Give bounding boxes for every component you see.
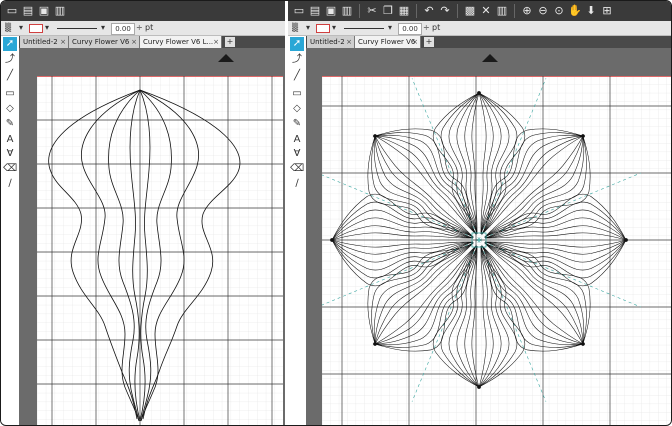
stroke-width-input[interactable]: 0.00: [398, 23, 422, 35]
properties-bar: ▒ ▾ ▾ ▾ 0.00 ÷ pt: [1, 21, 285, 36]
paste-icon[interactable]: ▦: [397, 4, 411, 18]
stepper-icon[interactable]: ÷: [423, 21, 430, 35]
grid-and-design-right: [322, 76, 671, 425]
dropdown-arrow-icon[interactable]: ▾: [19, 21, 23, 35]
petal-tip-node[interactable]: [330, 238, 334, 242]
pencil-tool-icon[interactable]: ✎: [290, 117, 304, 131]
group-icon[interactable]: ▩: [463, 4, 477, 18]
cutting-mat[interactable]: [37, 54, 283, 425]
design-canvas[interactable]: [19, 48, 285, 425]
close-icon[interactable]: ×: [213, 36, 219, 48]
print-icon[interactable]: ▥: [53, 4, 67, 18]
text-path-icon[interactable]: Ɐ: [3, 147, 17, 161]
properties-bar: ▒ ▾ ▾ ▾ 0.00 ÷ pt: [288, 21, 671, 36]
stroke-color-swatch[interactable]: [316, 24, 330, 33]
document-tabs: Untitled-2 × Curvy Flower V6 × Curvy Flowe…: [1, 36, 285, 48]
dropdown-arrow-icon[interactable]: ▾: [306, 21, 310, 35]
polygon-tool-icon[interactable]: ◇: [290, 102, 304, 116]
main-toolbar: ▭ ▤ ▣ ▥: [1, 1, 285, 22]
undo-icon[interactable]: ↶: [422, 4, 436, 18]
dropdown-arrow-icon[interactable]: ▾: [45, 21, 49, 35]
tab-curvy-flower-v6-layers[interactable]: Curvy Flower V6 L... ×: [140, 36, 222, 48]
stroke-unit-label: pt: [432, 23, 441, 32]
ungroup-icon[interactable]: ✕: [479, 4, 493, 18]
petal-tip-node[interactable]: [624, 238, 628, 242]
left-window: ▭ ▤ ▣ ▥ ▒ ▾ ▾ ▾ 0.00 ÷ pt Untitled-2 × Cu…: [1, 1, 285, 425]
fill-pattern-icon[interactable]: ▒: [292, 21, 298, 35]
zoom-out-icon[interactable]: ⊖: [536, 4, 550, 18]
rectangle-tool-icon[interactable]: ▭: [290, 87, 304, 101]
design-canvas[interactable]: [306, 48, 671, 425]
fill-pattern-icon[interactable]: ▒: [5, 21, 11, 35]
save-icon[interactable]: ▣: [324, 4, 338, 18]
pan-hand-icon[interactable]: ✋: [568, 4, 582, 18]
pencil-tool-icon[interactable]: ✎: [3, 117, 17, 131]
add-tab-button[interactable]: +: [225, 37, 235, 47]
main-toolbar: ▭ ▤ ▣ ▥ ✂ ❐ ▦ ↶ ↷ ▩ ✕ ▥ ⊕ ⊖ ⊙ ✋ ⬇ ⊞: [288, 1, 671, 22]
stepper-icon[interactable]: ÷: [136, 21, 143, 35]
move-down-icon[interactable]: ⬇: [584, 4, 598, 18]
stroke-width-input[interactable]: 0.00: [111, 23, 135, 35]
close-icon[interactable]: ×: [412, 36, 418, 48]
line-style-preview[interactable]: [57, 28, 97, 29]
zoom-fit-icon[interactable]: ⊙: [552, 4, 566, 18]
new-file-icon[interactable]: ▭: [292, 4, 306, 18]
fit-to-page-icon[interactable]: ⊞: [600, 4, 614, 18]
close-icon[interactable]: ×: [60, 36, 66, 48]
node-edit-icon[interactable]: ⤴: [3, 53, 17, 67]
print-icon[interactable]: ▥: [340, 4, 354, 18]
tab-curvy-flower-v6[interactable]: Curvy Flower V6 ×: [355, 36, 421, 48]
petal-tip-node[interactable]: [477, 91, 481, 95]
tools-panel: ➚ ⤴ ╱ ▭ ◇ ✎ A Ɐ ⌫ ∕: [288, 36, 306, 425]
dropdown-arrow-icon[interactable]: ▾: [101, 21, 105, 35]
pointer-icon[interactable]: ➚: [290, 37, 304, 51]
knife-tool-icon[interactable]: ∕: [290, 177, 304, 191]
copy-icon[interactable]: ❐: [381, 4, 395, 18]
cutting-mat[interactable]: [322, 54, 671, 425]
eraser-tool-icon[interactable]: ⌫: [3, 162, 17, 176]
up-arrow-icon[interactable]: [218, 54, 234, 62]
line-tool-icon[interactable]: ╱: [3, 69, 17, 83]
save-icon[interactable]: ▣: [37, 4, 51, 18]
grid-and-design-left: [37, 76, 283, 425]
open-folder-icon[interactable]: ▤: [308, 4, 322, 18]
rectangle-tool-icon[interactable]: ▭: [3, 87, 17, 101]
tab-untitled-2[interactable]: Untitled-2 ×: [20, 36, 69, 48]
eraser-tool-icon[interactable]: ⌫: [290, 162, 304, 176]
node-edit-icon[interactable]: ⤴: [290, 53, 304, 67]
right-window: ▭ ▤ ▣ ▥ ✂ ❐ ▦ ↶ ↷ ▩ ✕ ▥ ⊕ ⊖ ⊙ ✋ ⬇ ⊞ ▒ ▾ …: [288, 1, 671, 425]
pointer-icon[interactable]: ➚: [3, 37, 17, 51]
document-tabs: Untitled-2 × Curvy Flower V6 × +: [288, 36, 671, 48]
text-tool-icon[interactable]: A: [3, 133, 17, 147]
knife-tool-icon[interactable]: ∕: [3, 177, 17, 191]
tab-untitled-2[interactable]: Untitled-2 ×: [307, 36, 355, 48]
redo-icon[interactable]: ↷: [438, 4, 452, 18]
line-style-preview[interactable]: [344, 28, 384, 29]
up-arrow-icon[interactable]: [482, 54, 498, 62]
petal-tip-node[interactable]: [477, 385, 481, 389]
dropdown-arrow-icon[interactable]: ▾: [332, 21, 336, 35]
line-tool-icon[interactable]: ╱: [290, 69, 304, 83]
add-tab-button[interactable]: +: [424, 37, 434, 47]
zoom-in-icon[interactable]: ⊕: [520, 4, 534, 18]
stroke-unit-label: pt: [145, 23, 154, 32]
tab-curvy-flower-v6[interactable]: Curvy Flower V6 ×: [69, 36, 140, 48]
tools-panel: ➚ ⤴ ╱ ▭ ◇ ✎ A Ɐ ⌫ ∕: [1, 36, 19, 425]
screenshot-frame: ▭ ▤ ▣ ▥ ▒ ▾ ▾ ▾ 0.00 ÷ pt Untitled-2 × Cu…: [0, 0, 672, 426]
cut-icon[interactable]: ✂: [365, 4, 379, 18]
text-tool-icon[interactable]: A: [290, 133, 304, 147]
stroke-color-swatch[interactable]: [29, 24, 43, 33]
polygon-tool-icon[interactable]: ◇: [3, 102, 17, 116]
align-icon[interactable]: ▥: [495, 4, 509, 18]
new-file-icon[interactable]: ▭: [5, 4, 19, 18]
text-path-icon[interactable]: Ɐ: [290, 147, 304, 161]
close-icon[interactable]: ×: [131, 36, 137, 48]
open-folder-icon[interactable]: ▤: [21, 4, 35, 18]
dropdown-arrow-icon[interactable]: ▾: [388, 21, 392, 35]
close-icon[interactable]: ×: [346, 36, 352, 48]
